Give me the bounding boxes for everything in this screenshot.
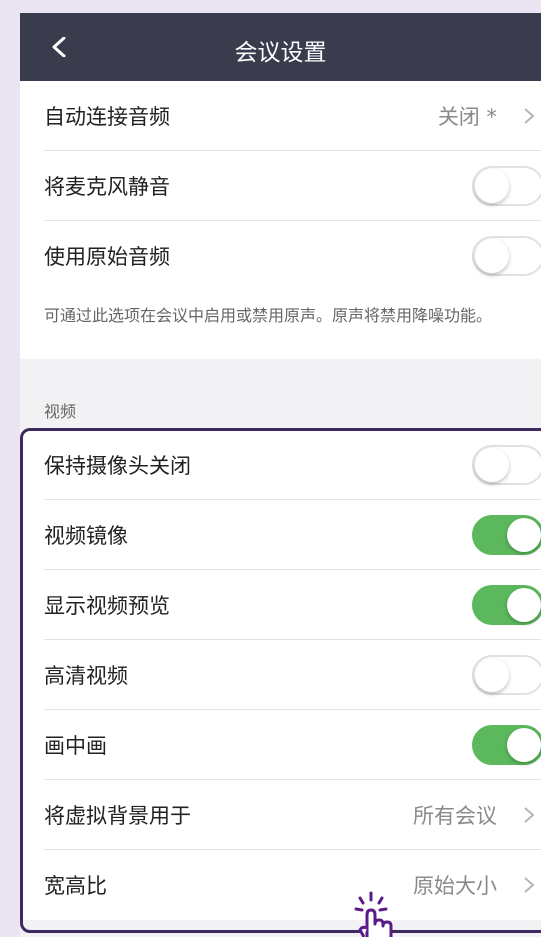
- row-label: 高清视频: [44, 664, 128, 688]
- chevron-right-icon: [524, 108, 535, 124]
- row-label: 将虚拟背景用于: [44, 804, 191, 828]
- row-value: 原始大小: [413, 874, 497, 898]
- toggle-knob: [475, 658, 509, 692]
- page-title: 会议设置: [234, 40, 327, 66]
- mirror-video-toggle[interactable]: [472, 515, 541, 555]
- mute-microphone-toggle[interactable]: [472, 166, 541, 206]
- virtual-background-row[interactable]: 将虚拟背景用于 所有会议: [20, 780, 541, 850]
- mirror-video-row: 视频镜像: [20, 500, 541, 570]
- row-label: 将麦克风静音: [44, 175, 170, 199]
- picture-in-picture-toggle[interactable]: [472, 725, 541, 765]
- toggle-knob: [507, 518, 541, 552]
- hd-video-toggle[interactable]: [472, 655, 541, 695]
- row-label: 宽高比: [44, 874, 107, 898]
- row-label: 画中画: [44, 734, 107, 758]
- original-audio-toggle[interactable]: [472, 236, 541, 276]
- auto-connect-audio-row[interactable]: 自动连接音频 关闭 *: [20, 81, 541, 151]
- show-video-preview-toggle[interactable]: [472, 585, 541, 625]
- row-label: 自动连接音频: [44, 105, 170, 129]
- hand-pointer-icon: [354, 891, 393, 937]
- video-section-title: 视频: [44, 402, 77, 421]
- settings-screen: 会议设置 自动连接音频 关闭 * 将麦克风静音 使用原始音频 可通过此选项在会议…: [20, 13, 541, 937]
- hd-video-row: 高清视频: [20, 640, 541, 710]
- keep-camera-off-row: 保持摄像头关闭: [20, 430, 541, 500]
- row-label: 视频镜像: [44, 524, 128, 548]
- row-value: 关闭 *: [437, 105, 497, 129]
- picture-in-picture-row: 画中画: [20, 710, 541, 780]
- toggle-knob: [507, 588, 541, 622]
- mute-microphone-row: 将麦克风静音: [20, 151, 541, 221]
- row-label: 显示视频预览: [44, 594, 170, 618]
- row-label: 保持摄像头关闭: [44, 454, 191, 478]
- original-audio-note: 可通过此选项在会议中启用或禁用原声。原声将禁用降噪功能。: [20, 289, 541, 359]
- row-label: 使用原始音频: [44, 245, 170, 269]
- original-audio-row: 使用原始音频: [20, 221, 541, 291]
- toggle-knob: [475, 448, 509, 482]
- aspect-ratio-row[interactable]: 宽高比 原始大小: [20, 850, 541, 920]
- nav-bar: 会议设置: [20, 13, 541, 81]
- chevron-right-icon: [524, 877, 535, 893]
- toggle-knob: [475, 239, 509, 273]
- row-value: 所有会议: [413, 804, 497, 828]
- show-video-preview-row: 显示视频预览: [20, 570, 541, 640]
- keep-camera-off-toggle[interactable]: [472, 445, 541, 485]
- chevron-right-icon: [524, 807, 535, 823]
- note-text: 可通过此选项在会议中启用或禁用原声。原声将禁用降噪功能。: [44, 306, 493, 325]
- toggle-knob: [507, 728, 541, 762]
- toggle-knob: [475, 169, 509, 203]
